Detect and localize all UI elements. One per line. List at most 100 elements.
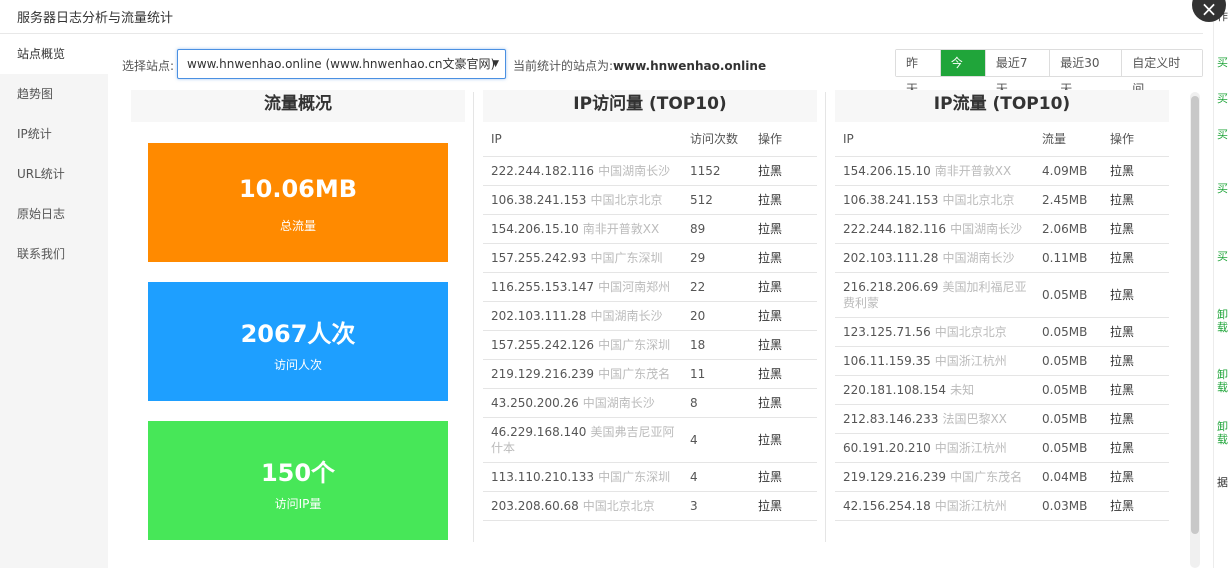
ip-address: 106.11.159.35 — [843, 353, 931, 368]
ip-location: 中国北京北京 — [942, 192, 1015, 207]
ip-cell: 216.218.206.69 美国加利福尼亚费利蒙 — [835, 272, 1034, 318]
blacklist-button[interactable]: 拉黑 — [1102, 272, 1169, 318]
ip-cell: 106.11.159.35 中国浙江杭州 — [835, 346, 1034, 376]
ip-address: 202.103.111.28 — [843, 250, 939, 265]
background-text: 买 — [1217, 128, 1228, 141]
ip-cell: 43.250.200.26 中国湖南长沙 — [483, 388, 682, 418]
ip-cell: 222.244.182.116 中国湖南长沙 — [835, 214, 1034, 244]
date-last7-button[interactable]: 最近7天 — [984, 50, 1050, 96]
ip-address: 157.255.242.93 — [491, 250, 587, 265]
visit-count-cell: 11 — [682, 359, 750, 389]
column-header-traffic: 流量 — [1034, 122, 1102, 157]
blacklist-button[interactable]: 拉黑 — [750, 185, 817, 215]
blacklist-button[interactable]: 拉黑 — [750, 462, 817, 492]
blacklist-button[interactable]: 拉黑 — [1102, 404, 1169, 434]
visits-card: 2067人次 访问人次 — [148, 282, 448, 401]
sidebar-item-raw-logs[interactable]: 原始日志 — [0, 194, 108, 234]
ip-address: 60.191.20.210 — [843, 440, 931, 455]
blacklist-button[interactable]: 拉黑 — [1102, 346, 1169, 376]
table-header-row: IP 流量 操作 — [835, 122, 1169, 157]
ip-cell: 46.229.168.140 美国弗吉尼亚阿什本 — [483, 417, 682, 463]
column-header-op: 操作 — [1102, 122, 1169, 157]
date-yesterday-button[interactable]: 昨天 — [896, 50, 940, 96]
date-custom-button[interactable]: 自定义时间 — [1121, 50, 1203, 96]
sidebar-item-trend[interactable]: 趋势图 — [0, 74, 108, 114]
traffic-cell: 0.05MB — [1034, 433, 1102, 463]
table-row: 123.125.71.56 中国北京北京 0.05MB 拉黑 — [835, 317, 1169, 347]
ip-address: 202.103.111.28 — [491, 308, 587, 323]
traffic-cell: 0.03MB — [1034, 491, 1102, 521]
site-select[interactable]: www.hnwenhao.online (www.hnwenhao.cn文豪官网… — [177, 49, 506, 79]
sidebar-item-contact[interactable]: 联系我们 — [0, 234, 108, 274]
visit-count-cell: 29 — [682, 243, 750, 273]
date-last30-button[interactable]: 最近30天 — [1049, 50, 1122, 96]
blacklist-button[interactable]: 拉黑 — [750, 491, 817, 521]
table-row: 113.110.210.133 中国广东深圳 4 拉黑 — [483, 462, 817, 492]
ip-location: 中国湖南长沙 — [950, 221, 1023, 236]
ip-address: 42.156.254.18 — [843, 498, 931, 513]
sidebar-item-url-stats[interactable]: URL统计 — [0, 154, 108, 194]
scrollbar-thumb[interactable] — [1191, 96, 1199, 534]
visits-value: 2067人次 — [240, 320, 356, 348]
ip-count-label: 访问IP量 — [274, 497, 322, 511]
blacklist-button[interactable]: 拉黑 — [1102, 491, 1169, 521]
blacklist-button[interactable]: 拉黑 — [750, 272, 817, 302]
blacklist-button[interactable]: 拉黑 — [1102, 317, 1169, 347]
blacklist-button[interactable]: 拉黑 — [750, 156, 817, 186]
blacklist-button[interactable]: 拉黑 — [1102, 156, 1169, 186]
ip-address: 116.255.153.147 — [491, 279, 595, 294]
visit-count-cell: 1152 — [682, 156, 750, 186]
ip-location: 中国湖南长沙 — [582, 395, 655, 410]
blacklist-button[interactable]: 拉黑 — [750, 301, 817, 331]
ip-location: 法国巴黎XX — [942, 411, 1007, 426]
blacklist-button[interactable]: 拉黑 — [1102, 214, 1169, 244]
table-row: 202.103.111.28 中国湖南长沙 20 拉黑 — [483, 301, 817, 331]
visit-count-cell: 4 — [682, 417, 750, 463]
background-text: 买 — [1217, 92, 1228, 105]
visit-count-cell: 8 — [682, 388, 750, 418]
ip-cell: 106.38.241.153 中国北京北京 — [483, 185, 682, 215]
traffic-cell: 2.45MB — [1034, 185, 1102, 215]
visit-count-cell: 512 — [682, 185, 750, 215]
blacklist-button[interactable]: 拉黑 — [1102, 462, 1169, 492]
blacklist-button[interactable]: 拉黑 — [750, 417, 817, 463]
toolbar: 选择站点: www.hnwenhao.online (www.hnwenhao.… — [108, 34, 1203, 96]
column-header-count: 访问次数 — [682, 122, 750, 157]
ip-address: 154.206.15.10 — [843, 163, 931, 178]
content-scrollbar[interactable] — [1190, 92, 1200, 568]
visit-count-cell: 18 — [682, 330, 750, 360]
ip-address: 43.250.200.26 — [491, 395, 579, 410]
blacklist-button[interactable]: 拉黑 — [750, 214, 817, 244]
blacklist-button[interactable]: 拉黑 — [1102, 375, 1169, 405]
blacklist-button[interactable]: 拉黑 — [750, 330, 817, 360]
ip-address: 203.208.60.68 — [491, 498, 579, 513]
traffic-cell: 2.06MB — [1034, 214, 1102, 244]
column-header-ip: IP — [835, 122, 1034, 157]
ip-address: 216.218.206.69 — [843, 279, 939, 294]
blacklist-button[interactable]: 拉黑 — [750, 388, 817, 418]
table-row: 42.156.254.18 中国浙江杭州 0.03MB 拉黑 — [835, 491, 1169, 521]
ip-address: 113.110.210.133 — [491, 469, 595, 484]
ip-address: 154.206.15.10 — [491, 221, 579, 236]
blacklist-button[interactable]: 拉黑 — [1102, 243, 1169, 273]
ip-location: 中国北京北京 — [582, 498, 655, 513]
ip-visits-title: IP访问量 (TOP10) — [483, 90, 817, 122]
table-row: 203.208.60.68 中国北京北京 3 拉黑 — [483, 491, 817, 521]
blacklist-button[interactable]: 拉黑 — [1102, 185, 1169, 215]
ip-address: 220.181.108.154 — [843, 382, 947, 397]
blacklist-button[interactable]: 拉黑 — [1102, 433, 1169, 463]
table-row: 202.103.111.28 中国湖南长沙 0.11MB 拉黑 — [835, 243, 1169, 273]
ip-location: 中国北京北京 — [934, 324, 1007, 339]
ip-location: 中国广东深圳 — [590, 250, 663, 265]
current-site-prefix: 当前统计的站点为: — [513, 59, 614, 73]
traffic-cell: 0.05MB — [1034, 375, 1102, 405]
table-row: 157.255.242.126 中国广东深圳 18 拉黑 — [483, 330, 817, 360]
table-row: 46.229.168.140 美国弗吉尼亚阿什本 4 拉黑 — [483, 417, 817, 463]
ip-location: 未知 — [950, 382, 975, 397]
blacklist-button[interactable]: 拉黑 — [750, 359, 817, 389]
date-today-button[interactable]: 今天 — [939, 50, 985, 96]
traffic-cell: 0.11MB — [1034, 243, 1102, 273]
sidebar-item-ip-stats[interactable]: IP统计 — [0, 114, 108, 154]
blacklist-button[interactable]: 拉黑 — [750, 243, 817, 273]
sidebar-item-overview[interactable]: 站点概览 — [0, 34, 108, 74]
